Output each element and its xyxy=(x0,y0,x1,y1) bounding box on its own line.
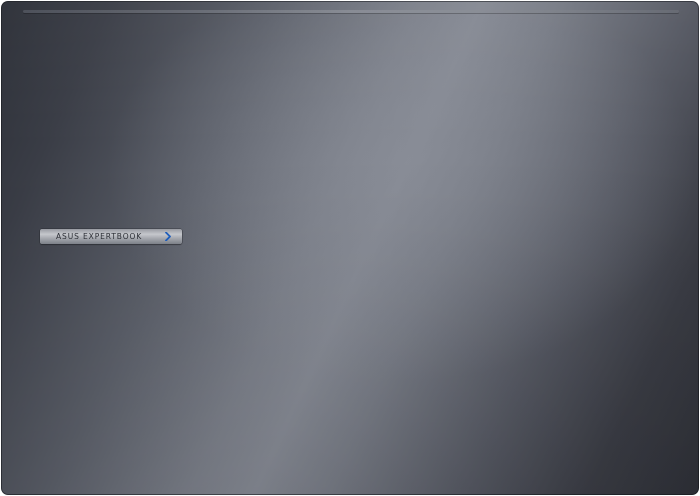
brand-badge: ASUS EXPERTBOOK xyxy=(40,229,182,244)
brand-badge-text: ASUS EXPERTBOOK xyxy=(56,232,143,241)
chevron-right-icon xyxy=(165,232,171,241)
hinge-edge xyxy=(23,10,679,13)
laptop-lid: ASUS EXPERTBOOK xyxy=(1,1,699,495)
